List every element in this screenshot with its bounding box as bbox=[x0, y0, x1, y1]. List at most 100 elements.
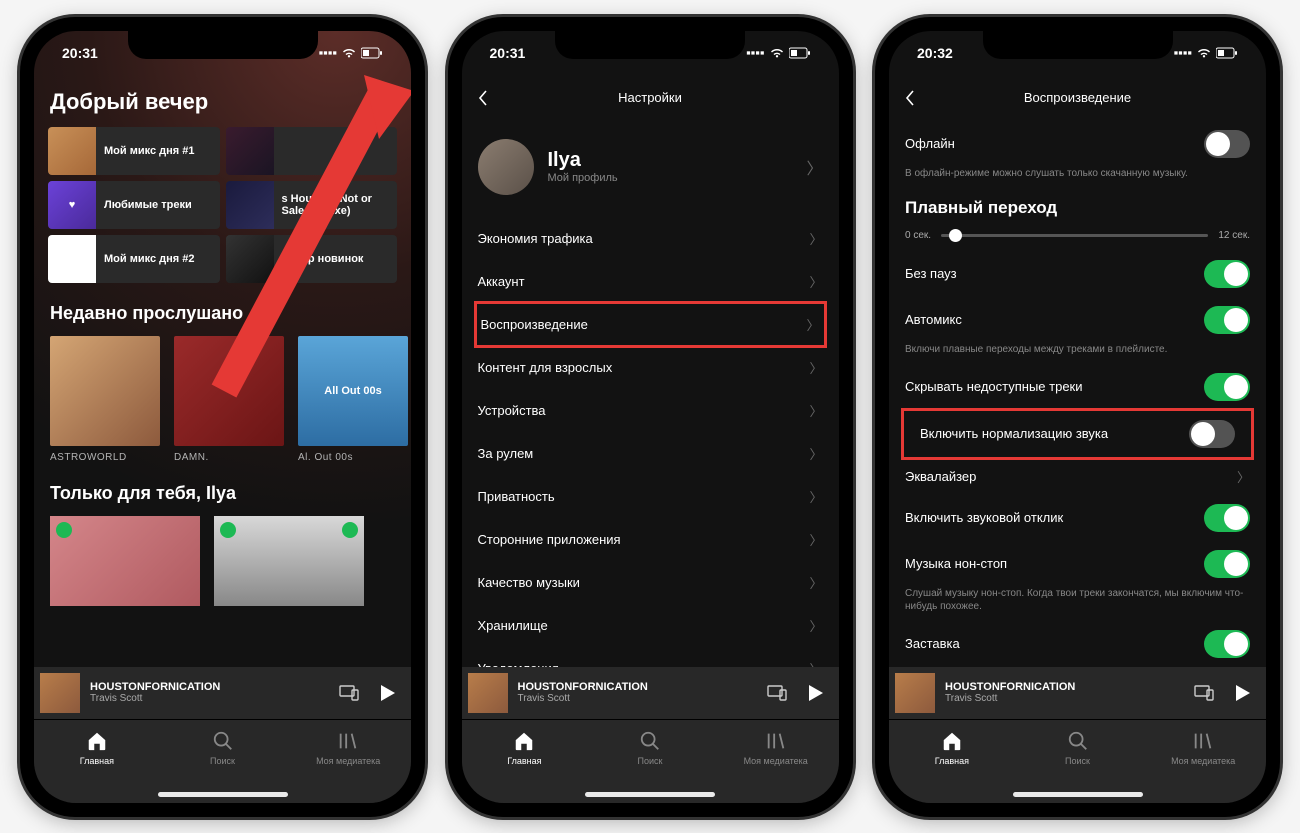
row-label: Без пауз bbox=[905, 266, 957, 281]
album-damn[interactable]: DAMN. bbox=[174, 336, 284, 463]
recent-heading: Недавно прослушано bbox=[34, 283, 411, 336]
tab-home[interactable]: Главная bbox=[889, 720, 1015, 803]
back-button[interactable] bbox=[478, 89, 488, 110]
settings-row-4[interactable]: Устройства〉 bbox=[462, 389, 839, 432]
row-label: Сторонние приложения bbox=[478, 532, 621, 547]
toggle[interactable] bbox=[1204, 260, 1250, 288]
tab-bar: Главная Поиск Моя медиатека bbox=[34, 719, 411, 803]
profile-sub: Мой профиль bbox=[548, 172, 793, 184]
settings-row-8[interactable]: Качество музыки〉 bbox=[462, 561, 839, 604]
tile-mix2[interactable]: Мой микс дня #2 bbox=[48, 235, 220, 283]
play-icon[interactable] bbox=[809, 685, 823, 701]
playback-row[interactable]: Заставка bbox=[889, 621, 1266, 667]
devices-icon[interactable] bbox=[765, 681, 789, 705]
playlist-1[interactable] bbox=[50, 516, 200, 606]
tab-search[interactable]: Поиск bbox=[587, 720, 713, 803]
chevron-right-icon: 〉 bbox=[1237, 467, 1250, 486]
nonstop-desc: Слушай музыку нон-стоп. Когда твои треки… bbox=[889, 587, 1266, 621]
toggle[interactable] bbox=[1204, 504, 1250, 532]
tab-library[interactable]: Моя медиатека bbox=[1140, 720, 1266, 803]
toggle[interactable] bbox=[1204, 306, 1250, 334]
home-indicator[interactable] bbox=[585, 792, 715, 797]
settings-topbar: Настройки bbox=[462, 75, 839, 121]
greeting-title: Добрый вечер bbox=[34, 75, 411, 127]
tile-2[interactable] bbox=[226, 127, 398, 175]
settings-row-3[interactable]: Контент для взрослых〉 bbox=[462, 346, 839, 389]
row-label: Автомикс bbox=[905, 312, 962, 327]
tile-mix1[interactable]: Мой микс дня #1 bbox=[48, 127, 220, 175]
tile-radar[interactable]: Радар новинок bbox=[226, 235, 398, 283]
tab-library[interactable]: Моя медиатека bbox=[713, 720, 839, 803]
np-artist: Travis Scott bbox=[518, 693, 755, 704]
search-icon bbox=[212, 730, 234, 752]
settings-row-5[interactable]: За рулем〉 bbox=[462, 432, 839, 475]
avatar bbox=[478, 139, 534, 195]
row-label: Офлайн bbox=[905, 136, 955, 151]
phone-home: 20:31 ▪▪▪▪ Добрый вечер Мой микс дня #1 … bbox=[20, 17, 425, 817]
row-label: Музыка нон-стоп bbox=[905, 556, 1007, 571]
toggle[interactable] bbox=[1189, 420, 1235, 448]
toggle[interactable] bbox=[1204, 373, 1250, 401]
playback-row[interactable]: Включить нормализацию звука bbox=[901, 408, 1254, 460]
play-icon[interactable] bbox=[381, 685, 395, 701]
playlist-row bbox=[34, 516, 411, 606]
playback-row[interactable]: Включить звуковой отклик bbox=[889, 495, 1266, 541]
tab-search[interactable]: Поиск bbox=[160, 720, 286, 803]
now-playing-bar[interactable]: HOUSTONFORNICATION Travis Scott bbox=[34, 667, 411, 719]
clock: 20:32 bbox=[917, 45, 953, 61]
slider-min: 0 сек. bbox=[905, 230, 931, 241]
row-label: Скрывать недоступные треки bbox=[905, 379, 1083, 394]
back-button[interactable] bbox=[905, 89, 915, 110]
settings-row-7[interactable]: Сторонние приложения〉 bbox=[462, 518, 839, 561]
playback-row[interactable]: Автомикс bbox=[889, 297, 1266, 343]
tab-search[interactable]: Поиск bbox=[1015, 720, 1141, 803]
toggle[interactable] bbox=[1204, 550, 1250, 578]
automix-desc: Включи плавные переходы между треками в … bbox=[889, 343, 1266, 364]
playback-row[interactable]: Музыка нон-стоп bbox=[889, 541, 1266, 587]
clock: 20:31 bbox=[62, 45, 98, 61]
home-indicator[interactable] bbox=[158, 792, 288, 797]
tab-home[interactable]: Главная bbox=[462, 720, 588, 803]
slider-max: 12 сек. bbox=[1218, 230, 1250, 241]
playlist-2[interactable] bbox=[214, 516, 364, 606]
foryou-heading: Только для тебя, Ilya bbox=[34, 463, 411, 516]
settings-row-2[interactable]: Воспроизведение〉 bbox=[474, 301, 827, 348]
album-row: ASTROWORLD DAMN. All Out 00sAl. Out 00s bbox=[34, 336, 411, 463]
settings-row-9[interactable]: Хранилище〉 bbox=[462, 604, 839, 647]
status-icons: ▪▪▪▪ bbox=[746, 45, 810, 60]
tile-house[interactable]: s House Is Not or Sale (Deluxe) bbox=[226, 181, 398, 229]
tab-library[interactable]: Моя медиатека bbox=[285, 720, 411, 803]
album-allout[interactable]: All Out 00sAl. Out 00s bbox=[298, 336, 408, 463]
profile-row[interactable]: Ilya Мой профиль 〉 bbox=[462, 121, 839, 217]
now-playing-bar[interactable]: HOUSTONFORNICATION Travis Scott bbox=[889, 667, 1266, 719]
spotify-badge-icon bbox=[342, 522, 358, 538]
notch bbox=[983, 31, 1173, 59]
playback-row[interactable]: Скрывать недоступные треки bbox=[889, 364, 1266, 410]
play-icon[interactable] bbox=[1236, 685, 1250, 701]
now-playing-bar[interactable]: HOUSTONFORNICATION Travis Scott bbox=[462, 667, 839, 719]
slider-track[interactable] bbox=[941, 234, 1208, 237]
tab-home[interactable]: Главная bbox=[34, 720, 160, 803]
row-offline[interactable]: Офлайн bbox=[889, 121, 1266, 167]
toggle[interactable] bbox=[1204, 630, 1250, 658]
settings-row-1[interactable]: Аккаунт〉 bbox=[462, 260, 839, 303]
playback-topbar: Воспроизведение bbox=[889, 75, 1266, 121]
tile-liked[interactable]: ♥Любимые треки bbox=[48, 181, 220, 229]
slider-thumb[interactable] bbox=[949, 229, 962, 242]
crossfade-slider[interactable]: 0 сек. 12 сек. bbox=[889, 226, 1266, 251]
np-title: HOUSTONFORNICATION bbox=[945, 681, 1182, 693]
devices-icon[interactable] bbox=[1192, 681, 1216, 705]
home-indicator[interactable] bbox=[1013, 792, 1143, 797]
playback-row[interactable]: Без пауз bbox=[889, 251, 1266, 297]
status-icons: ▪▪▪▪ bbox=[319, 45, 383, 60]
chevron-right-icon: 〉 bbox=[806, 155, 822, 179]
row-label: Приватность bbox=[478, 489, 555, 504]
album-astroworld[interactable]: ASTROWORLD bbox=[50, 336, 160, 463]
settings-row-6[interactable]: Приватность〉 bbox=[462, 475, 839, 518]
toggle-offline[interactable] bbox=[1204, 130, 1250, 158]
settings-row-0[interactable]: Экономия трафика〉 bbox=[462, 217, 839, 260]
spotify-badge-icon bbox=[220, 522, 236, 538]
playback-row[interactable]: Эквалайзер〉 bbox=[889, 458, 1266, 495]
devices-icon[interactable] bbox=[337, 681, 361, 705]
battery-icon bbox=[789, 47, 811, 59]
